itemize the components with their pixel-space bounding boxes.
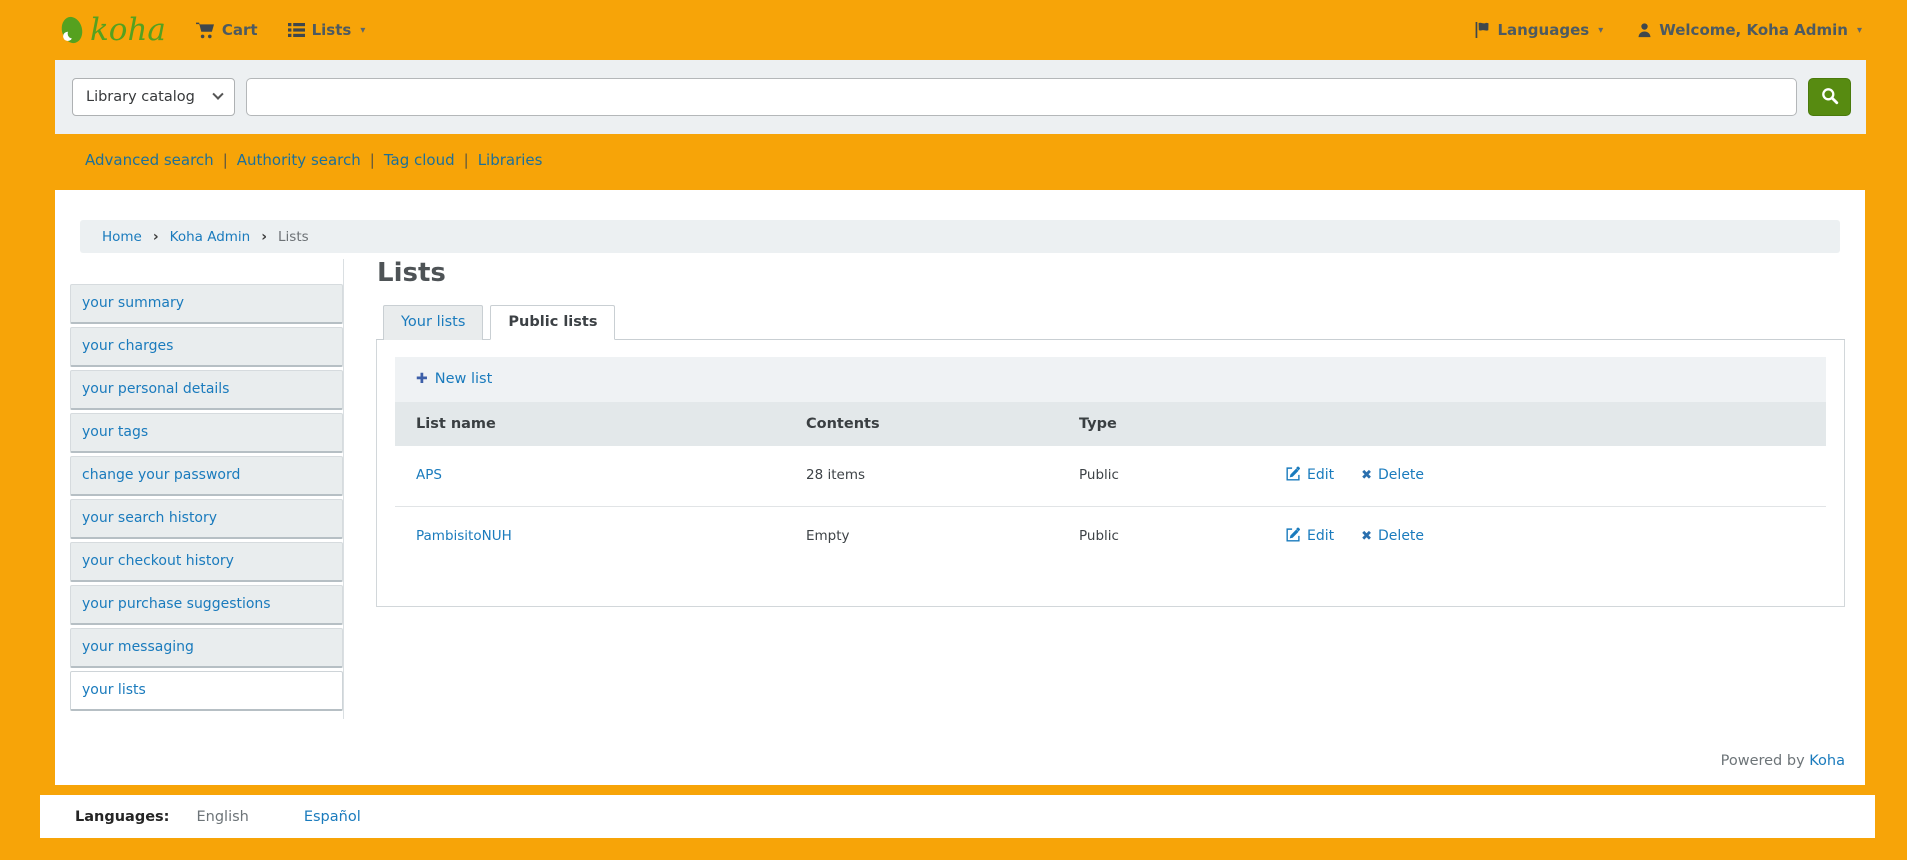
chevron-down-icon: ▾ [1857, 25, 1862, 36]
link-separator: | [464, 151, 469, 169]
sidebar-item-your-tags[interactable]: your tags [70, 413, 343, 453]
search-category-value: Library catalog [86, 89, 195, 105]
sidebar-item-change-your-password[interactable]: change your password [70, 456, 343, 496]
list-contents: Empty [785, 506, 1058, 567]
authority-search-link[interactable]: Authority search [237, 151, 361, 169]
main-content-container: Home › Koha Admin › Lists your summary y… [55, 190, 1865, 785]
koha-logo-icon [55, 12, 89, 48]
list-icon [288, 23, 305, 37]
new-list-label: New list [435, 371, 493, 387]
chevron-down-icon: ▾ [360, 25, 365, 36]
column-header-actions [1265, 402, 1826, 446]
user-menu-button[interactable]: Welcome, Koha Admin ▾ [1637, 21, 1862, 39]
sidebar-item-your-lists[interactable]: your lists [70, 671, 343, 711]
plus-icon: ✚ [416, 371, 428, 387]
public-lists-panel: ✚ New list List name Contents Type [376, 340, 1845, 607]
delete-label: Delete [1378, 467, 1424, 483]
edit-label: Edit [1307, 528, 1334, 544]
breadcrumb-account-link[interactable]: Koha Admin [170, 229, 251, 245]
powered-by-text: Powered by [1721, 753, 1805, 769]
tag-cloud-link[interactable]: Tag cloud [384, 151, 455, 169]
edit-label: Edit [1307, 467, 1334, 483]
breadcrumb-home-link[interactable]: Home [102, 229, 142, 245]
column-header-list-name: List name [395, 402, 785, 446]
sidebar-item-your-personal-details[interactable]: your personal details [70, 370, 343, 410]
search-category-select[interactable]: Library catalog [72, 78, 235, 116]
breadcrumb-separator-icon: › [153, 229, 159, 245]
select-chevron-icon [212, 89, 223, 100]
cart-label: Cart [222, 21, 258, 39]
languages-menu-label: Languages [1497, 21, 1589, 39]
language-link-espanol[interactable]: Español [304, 809, 361, 825]
languages-label: Languages: [75, 809, 169, 825]
column-header-contents: Contents [785, 402, 1058, 446]
lists-main-column: Lists Your lists Public lists ✚ New list… [376, 259, 1845, 719]
link-separator: | [370, 151, 375, 169]
chevron-down-icon: ▾ [1598, 25, 1603, 36]
user-menu-label: Welcome, Koha Admin [1659, 21, 1848, 39]
lists-tabs: Your lists Public lists [376, 305, 1845, 340]
sidebar-item-your-charges[interactable]: your charges [70, 327, 343, 367]
new-list-button[interactable]: ✚ New list [416, 371, 492, 387]
list-type: Public [1058, 506, 1265, 567]
languages-menu-button[interactable]: Languages ▾ [1475, 21, 1603, 39]
koha-link[interactable]: Koha [1809, 753, 1845, 769]
sidebar-item-your-messaging[interactable]: your messaging [70, 628, 343, 668]
koha-logo[interactable]: koha [55, 12, 166, 48]
lists-menu-button[interactable]: Lists ▾ [288, 21, 366, 39]
table-row: PambisitoNUH Empty Public [395, 506, 1826, 567]
search-icon [1821, 87, 1839, 108]
top-navbar: koha Cart Lists ▾ [0, 0, 1907, 60]
flag-icon [1475, 22, 1490, 38]
edit-icon [1286, 466, 1301, 485]
edit-list-button[interactable]: Edit [1286, 466, 1334, 485]
public-lists-table: List name Contents Type APS 28 items Pub… [395, 402, 1826, 567]
delete-list-button[interactable]: ✖ Delete [1361, 528, 1424, 544]
tab-your-lists[interactable]: Your lists [383, 305, 483, 340]
breadcrumb: Home › Koha Admin › Lists [80, 220, 1840, 253]
table-header-row: List name Contents Type [395, 402, 1826, 446]
search-band: Library catalog [55, 60, 1866, 134]
language-current-english: English [196, 809, 248, 825]
breadcrumb-current: Lists [278, 229, 309, 245]
sidebar-item-your-search-history[interactable]: your search history [70, 499, 343, 539]
search-submit-button[interactable] [1808, 78, 1851, 116]
powered-by: Powered by Koha [1721, 753, 1845, 769]
lists-menu-label: Lists [312, 21, 352, 39]
link-separator: | [223, 151, 228, 169]
sidebar-item-your-checkout-history[interactable]: your checkout history [70, 542, 343, 582]
list-type: Public [1058, 446, 1265, 507]
list-contents: 28 items [785, 446, 1058, 507]
sidebar-item-your-purchase-suggestions[interactable]: your purchase suggestions [70, 585, 343, 625]
language-footer: Languages: English Español [40, 795, 1875, 838]
libraries-link[interactable]: Libraries [478, 151, 543, 169]
column-header-type: Type [1058, 402, 1265, 446]
cart-icon [196, 22, 215, 39]
koha-logo-text: koha [90, 15, 166, 46]
delete-list-button[interactable]: ✖ Delete [1361, 467, 1424, 483]
edit-list-button[interactable]: Edit [1286, 527, 1334, 546]
edit-icon [1286, 527, 1301, 546]
table-row: APS 28 items Public [395, 446, 1826, 507]
catalog-search-input[interactable] [246, 78, 1797, 116]
page-title: Lists [377, 259, 1845, 288]
user-icon [1637, 22, 1652, 38]
lists-toolbar: ✚ New list [395, 357, 1826, 402]
tab-public-lists[interactable]: Public lists [490, 305, 615, 340]
advanced-search-link[interactable]: Advanced search [85, 151, 214, 169]
breadcrumb-separator-icon: › [261, 229, 267, 245]
account-sidebar: your summary your charges your personal … [70, 259, 344, 719]
quick-search-links: Advanced search | Authority search | Tag clo… [0, 134, 1907, 190]
delete-label: Delete [1378, 528, 1424, 544]
list-link-aps[interactable]: APS [416, 467, 442, 483]
list-link-pambisitonuh[interactable]: PambisitoNUH [416, 528, 512, 544]
sidebar-item-your-summary[interactable]: your summary [70, 284, 343, 324]
delete-x-icon: ✖ [1361, 529, 1372, 544]
delete-x-icon: ✖ [1361, 468, 1372, 483]
cart-button[interactable]: Cart [196, 21, 258, 39]
